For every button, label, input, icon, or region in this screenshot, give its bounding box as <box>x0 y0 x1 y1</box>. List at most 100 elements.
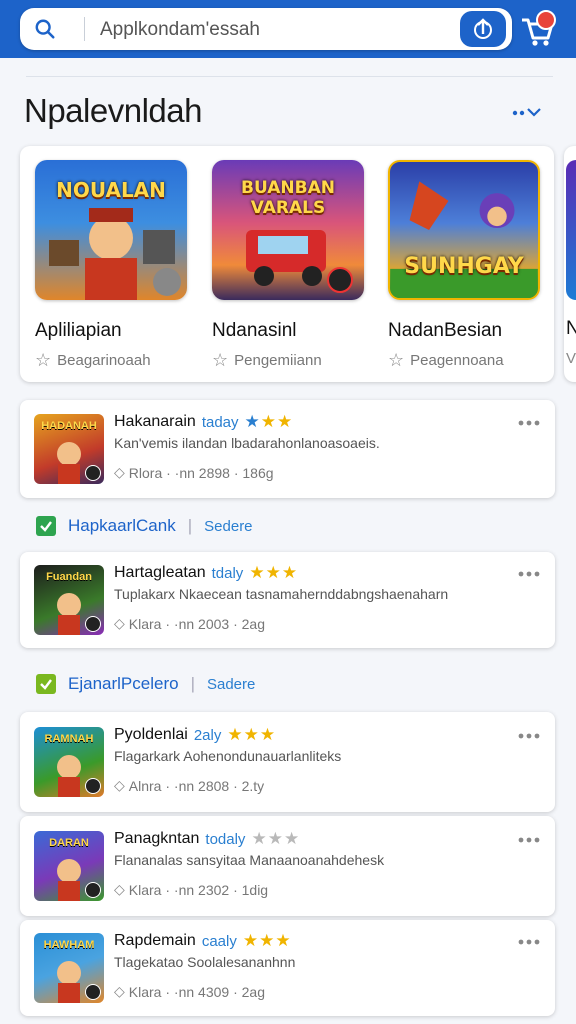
tag-icon: ◇ <box>114 464 125 480</box>
star-outline-icon: ☆ <box>212 350 229 370</box>
app-meta-row: ◇ Rlora · ·nn 2898 · 186g <box>114 464 274 481</box>
search-input[interactable] <box>98 16 462 44</box>
app-icon-badge <box>85 984 101 1000</box>
featured-thumbnail[interactable] <box>566 160 576 300</box>
app-list-card[interactable]: HADANAH Hakanarain taday ★★★ Kan'vemis iland… <box>20 400 555 498</box>
star-outline-icon: ☆ <box>35 350 52 370</box>
app-list-card[interactable]: RAMNAH Pyoldenlai 2aly ★★★ Flagarkark Aoheno… <box>20 712 555 812</box>
app-name: Rapdemain <box>114 932 196 949</box>
app-meta-row: ◇ Klara · ·nn 2302 · 1dig <box>114 881 268 898</box>
app-name: Hartagleatan <box>114 564 206 581</box>
search-bar[interactable] <box>20 8 512 50</box>
app-meta-row: ◇ Alnra · ·nn 2808 · 2.ty <box>114 777 264 794</box>
more-options-icon[interactable] <box>517 418 541 428</box>
star-icon: ★ <box>277 412 294 431</box>
rating-stars: ★★★ <box>251 829 300 849</box>
checkbox-checked-icon[interactable] <box>36 674 56 694</box>
app-tag: 2aly <box>193 726 222 744</box>
rating-stars: ★★★ <box>227 725 276 745</box>
app-description: Flananalas sansyitaa Manaanoanahdehesk <box>114 852 385 868</box>
section-header[interactable]: EjanarlPcelero | Sadere <box>36 674 255 694</box>
featured-app-subtitle: Beagarinoaah <box>57 352 151 369</box>
app-meta: Klara · ·nn 2003 · 2ag <box>128 615 265 632</box>
featured-app-name: Ndanasinl <box>212 320 297 341</box>
search-icon[interactable] <box>34 18 56 40</box>
featured-carousel[interactable]: NOUALAN Apliliapian ☆ Beagarinoaah BUANB… <box>20 146 554 382</box>
featured-app-subtitle-row: ☆ Pengemiiann <box>212 350 364 371</box>
app-tag: taday <box>201 413 239 431</box>
section-label: EjanarlPcelero <box>68 674 179 693</box>
notification-dot <box>536 10 556 30</box>
star-icon: ★ <box>259 931 276 950</box>
star-icon: ★ <box>251 829 268 848</box>
star-icon: ★ <box>275 931 292 950</box>
app-title-row: Hakanarain taday ★★★ <box>114 412 293 432</box>
app-meta: Rlora · ·nn 2898 · 186g <box>128 464 274 481</box>
featured-thumbnail[interactable]: NOUALAN <box>35 160 187 300</box>
cart-button[interactable] <box>518 10 558 48</box>
star-icon: ★ <box>244 412 261 431</box>
featured-app[interactable]: NOUALAN Apliliapian ☆ Beagarinoaah <box>35 160 187 371</box>
featured-thumbnail[interactable]: SUNHGAY <box>388 160 540 300</box>
rating-stars: ★★★ <box>243 931 292 951</box>
app-description: Tuplakarx Nkaecean tasnamahernddabngshae… <box>114 586 449 602</box>
featured-thumbnail[interactable]: BUANBAN VARALS <box>212 160 364 300</box>
app-meta: Klara · ·nn 4309 · 2ag <box>128 983 265 1000</box>
star-icon: ★ <box>260 412 278 431</box>
app-list-card[interactable]: Fuandan Hartagleatan tdaly ★★★ Tuplakarx Nka… <box>20 552 555 648</box>
more-options-icon[interactable] <box>517 835 541 845</box>
featured-app-peek[interactable]: N V <box>564 146 576 382</box>
featured-app-subtitle: Peagennoana <box>410 352 504 369</box>
featured-app-name: Apliliapian <box>35 320 122 341</box>
featured-app-name: NadanBesian <box>388 320 503 341</box>
star-outline-icon: ☆ <box>388 350 405 370</box>
app-icon-badge <box>85 778 101 794</box>
tag-icon: ◇ <box>114 777 125 793</box>
rating-stars: ★★★ <box>249 563 298 583</box>
star-icon: ★ <box>265 563 282 582</box>
expand-more-icon[interactable] <box>510 104 546 120</box>
app-list-card[interactable]: DARAN Panagkntan todaly ★★★ Flananalas sansy… <box>20 816 555 916</box>
section-separator: | <box>190 674 195 693</box>
app-icon[interactable]: HADANAH <box>34 414 104 484</box>
app-icon[interactable]: Fuandan <box>34 565 104 635</box>
star-icon: ★ <box>281 563 299 582</box>
app-icon[interactable]: RAMNAH <box>34 727 104 797</box>
more-options-icon[interactable] <box>517 731 541 741</box>
featured-app-subtitle: Pengemiiann <box>234 352 322 369</box>
section-label: HapkaarlCank <box>68 516 176 535</box>
star-icon: ★ <box>242 931 260 950</box>
app-description: Tlagekatao Soolalesananhnn <box>114 954 296 970</box>
tag-icon: ◇ <box>114 615 125 631</box>
app-icon-badge <box>85 465 101 481</box>
app-icon-badge <box>85 616 101 632</box>
checkbox-checked-icon[interactable] <box>36 516 56 536</box>
upload-button[interactable] <box>460 11 506 47</box>
more-options-icon[interactable] <box>517 937 541 947</box>
section-header[interactable]: HapkaarlCank | Sedere <box>36 516 253 536</box>
star-icon: ★ <box>283 829 301 848</box>
featured-app[interactable]: BUANBAN VARALS Ndanasinl ☆ Pengemiiann <box>212 160 364 371</box>
featured-app-subtitle-row: ☆ Peagennoana <box>388 350 540 371</box>
search-divider <box>84 17 85 41</box>
app-meta-row: ◇ Klara · ·nn 4309 · 2ag <box>114 983 265 1000</box>
header-divider <box>26 76 553 77</box>
app-tag: tdaly <box>211 564 244 582</box>
section-sub-label[interactable]: Sadere <box>207 676 255 693</box>
app-title-row: Panagkntan todaly ★★★ <box>114 829 300 849</box>
app-title-row: Pyoldenlai 2aly ★★★ <box>114 725 276 745</box>
star-icon: ★ <box>267 829 284 848</box>
section-sub-label[interactable]: Sedere <box>204 518 252 535</box>
top-bar <box>0 0 576 58</box>
featured-app-name: N <box>566 318 576 339</box>
star-icon: ★ <box>259 725 277 744</box>
upload-icon <box>474 18 492 39</box>
app-meta: Klara · ·nn 2302 · 1dig <box>128 881 269 898</box>
featured-app[interactable]: SUNHGAY NadanBesian ☆ Peagennoana <box>388 160 540 371</box>
app-list-card[interactable]: HAWHAM Rapdemain caaly ★★★ Tlagekatao Soolal… <box>20 920 555 1016</box>
rating-stars: ★★★ <box>245 412 294 432</box>
tag-icon: ◇ <box>114 983 125 999</box>
more-options-icon[interactable] <box>517 569 541 579</box>
app-icon[interactable]: HAWHAM <box>34 933 104 1003</box>
app-icon[interactable]: DARAN <box>34 831 104 901</box>
